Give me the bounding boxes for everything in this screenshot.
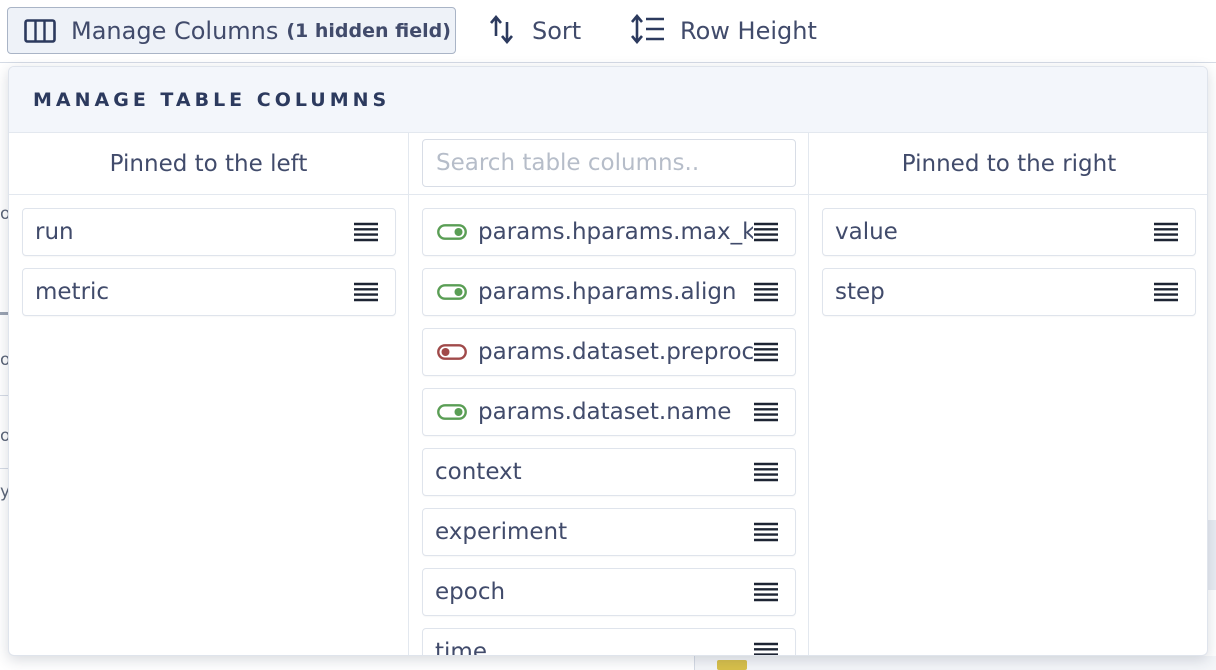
- drag-handle-icon[interactable]: [753, 342, 779, 362]
- column-item[interactable]: step: [822, 268, 1196, 316]
- row-height-button[interactable]: Row Height: [630, 7, 817, 54]
- bg-row-divider: [0, 468, 8, 469]
- column-item-label: step: [835, 279, 885, 305]
- pinned-left-heading: Pinned to the left: [9, 133, 408, 195]
- column-item[interactable]: params.hparams.max_k: [422, 208, 796, 256]
- column-item[interactable]: experiment: [422, 508, 796, 556]
- column-item-label: run: [35, 219, 74, 245]
- column-item[interactable]: params.dataset.preproc: [422, 328, 796, 376]
- column-item-label: experiment: [435, 519, 568, 545]
- pinned-left-column: Pinned to the left run metric: [9, 133, 409, 655]
- column-item[interactable]: params.dataset.name: [422, 388, 796, 436]
- visibility-toggle-icon[interactable]: [437, 284, 467, 300]
- unpinned-list: params.hparams.max_k params.hparams.align…: [409, 195, 808, 656]
- column-item-label: params.dataset.preproc: [478, 339, 753, 365]
- column-item-label: epoch: [435, 579, 506, 605]
- column-item[interactable]: value: [822, 208, 1196, 256]
- toolbar-divider: [0, 62, 1216, 63]
- pinned-right-heading: Pinned to the right: [809, 133, 1207, 195]
- column-item[interactable]: context: [422, 448, 796, 496]
- visibility-toggle-icon[interactable]: [437, 344, 467, 360]
- column-item-label: params.hparams.align: [478, 279, 737, 305]
- bg-scrollbar: [1208, 520, 1216, 590]
- column-item[interactable]: time: [422, 628, 796, 656]
- manage-columns-button[interactable]: Manage Columns (1 hidden field): [7, 7, 456, 54]
- column-item-label: context: [435, 459, 522, 485]
- column-item[interactable]: run: [22, 208, 396, 256]
- visibility-toggle-icon[interactable]: [437, 404, 467, 420]
- drag-handle-icon[interactable]: [753, 282, 779, 302]
- manage-columns-label: Manage Columns: [71, 16, 279, 45]
- popover-header: MANAGE TABLE COLUMNS: [9, 67, 1207, 133]
- drag-handle-icon[interactable]: [753, 642, 779, 655]
- table-toolbar: Manage Columns (1 hidden field) Sort Row…: [0, 0, 1216, 62]
- popover-title: MANAGE TABLE COLUMNS: [33, 88, 391, 111]
- visibility-toggle-icon[interactable]: [437, 224, 467, 240]
- sort-arrows-icon: [488, 14, 516, 48]
- column-item[interactable]: epoch: [422, 568, 796, 616]
- pinned-right-list: value step: [809, 195, 1207, 316]
- search-columns-input[interactable]: [422, 139, 796, 187]
- pinned-left-list: run metric: [9, 195, 408, 316]
- manage-columns-popover: MANAGE TABLE COLUMNS Pinned to the left …: [8, 66, 1208, 656]
- unpinned-column: params.hparams.max_k params.hparams.align…: [409, 133, 809, 655]
- drag-handle-icon[interactable]: [1153, 222, 1179, 242]
- row-height-icon: [630, 13, 666, 48]
- drag-handle-icon[interactable]: [1153, 282, 1179, 302]
- pinned-right-column: Pinned to the right value step: [809, 133, 1207, 655]
- column-item-label: params.hparams.max_k: [478, 219, 753, 245]
- drag-handle-icon[interactable]: [753, 402, 779, 422]
- hidden-fields-count: (1 hidden field): [286, 19, 451, 42]
- sort-label: Sort: [532, 16, 582, 45]
- column-item-label: time: [435, 639, 487, 656]
- bg-row-fragment: [694, 656, 1216, 670]
- drag-handle-icon[interactable]: [353, 282, 379, 302]
- row-height-label: Row Height: [680, 16, 817, 45]
- columns-icon: [24, 18, 56, 43]
- bg-row-fragment: [0, 312, 8, 315]
- column-item[interactable]: metric: [22, 268, 396, 316]
- drag-handle-icon[interactable]: [353, 222, 379, 242]
- bg-row-divider: [0, 395, 8, 396]
- drag-handle-icon[interactable]: [753, 462, 779, 482]
- column-item-label: value: [835, 219, 898, 245]
- sort-button[interactable]: Sort: [488, 7, 581, 54]
- search-wrapper: [409, 133, 808, 195]
- drag-handle-icon[interactable]: [753, 522, 779, 542]
- bg-color-swatch: [717, 660, 747, 670]
- drag-handle-icon[interactable]: [753, 222, 779, 242]
- drag-handle-icon[interactable]: [753, 582, 779, 602]
- column-item-label: params.dataset.name: [478, 399, 732, 425]
- column-item[interactable]: params.hparams.align: [422, 268, 796, 316]
- column-item-label: metric: [35, 279, 110, 305]
